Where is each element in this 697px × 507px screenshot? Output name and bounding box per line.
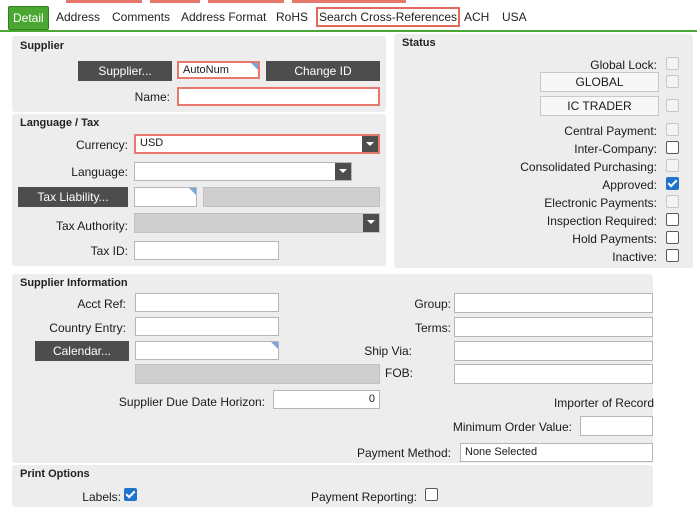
tab-address[interactable]: Address — [53, 8, 103, 26]
chevron-down-icon[interactable] — [363, 214, 379, 232]
electronic-payments-checkbox[interactable] — [666, 195, 679, 208]
central-payment-checkbox[interactable] — [666, 123, 679, 136]
name-field[interactable] — [177, 87, 380, 106]
hold-payments-checkbox[interactable] — [666, 231, 679, 244]
hold-payments-label: Hold Payments: — [572, 232, 657, 246]
language-label: Language: — [71, 165, 128, 179]
tab-comments[interactable]: Comments — [109, 8, 173, 26]
tax-liability-field[interactable] — [134, 187, 197, 207]
tax-id-field[interactable] — [134, 241, 279, 260]
payment-method-select[interactable]: None Selected — [460, 443, 653, 462]
country-entry-field[interactable] — [135, 317, 279, 336]
currency-label: Currency: — [75, 138, 128, 152]
electronic-payments-label: Electronic Payments: — [544, 196, 657, 210]
supplier-section-title: Supplier — [20, 40, 65, 52]
inter-company-label: Inter-Company: — [574, 142, 657, 156]
central-payment-label: Central Payment: — [564, 124, 657, 138]
language-tax-section-title: Language / Tax — [20, 117, 100, 129]
chevron-down-icon[interactable] — [362, 136, 378, 152]
global-lock-label: Global Lock: — [590, 58, 657, 72]
tax-liability-button[interactable]: Tax Liability... — [18, 187, 128, 207]
name-label: Name: — [134, 90, 170, 104]
calendar-button[interactable]: Calendar... — [35, 341, 129, 361]
importer-of-record-label: Importer of Record — [553, 396, 654, 410]
minimum-order-value-label: Minimum Order Value: — [452, 420, 572, 434]
tab-usa[interactable]: USA — [499, 8, 530, 26]
labels-label: Labels: — [82, 490, 121, 504]
currency-value: USD — [140, 137, 164, 149]
tab-search-cross-references[interactable]: Search Cross-References — [316, 7, 461, 27]
supplier-information-section-title: Supplier Information — [20, 277, 128, 289]
supplier-button[interactable]: Supplier... — [78, 61, 172, 81]
calendar-field[interactable] — [135, 341, 279, 360]
global-button[interactable]: GLOBAL — [540, 72, 659, 92]
tax-id-label: Tax ID: — [90, 244, 128, 258]
tab-address-format[interactable]: Address Format — [178, 8, 269, 26]
due-date-horizon-label: Supplier Due Date Horizon: — [118, 395, 265, 409]
tab-detail[interactable]: Detail — [8, 6, 49, 30]
terms-field[interactable] — [454, 317, 653, 337]
currency-select[interactable]: USD — [134, 134, 380, 154]
labels-checkbox[interactable] — [124, 488, 137, 501]
ic-trader-checkbox[interactable] — [666, 99, 679, 112]
change-id-button[interactable]: Change ID — [266, 61, 380, 81]
supplier-id-field[interactable]: AutoNum — [177, 61, 260, 79]
payment-reporting-checkbox[interactable] — [425, 488, 438, 501]
ic-trader-button[interactable]: IC TRADER — [540, 96, 659, 116]
top-mark — [208, 0, 284, 3]
print-options-section-title: Print Options — [20, 468, 90, 480]
field-corner-icon — [251, 63, 258, 70]
consolidated-purchasing-checkbox[interactable] — [666, 159, 679, 172]
global-lock-checkbox[interactable] — [666, 57, 679, 70]
inter-company-checkbox[interactable] — [666, 141, 679, 154]
calendar-description — [135, 364, 380, 384]
approved-label: Approved: — [602, 178, 657, 192]
ship-via-label: Ship Via: — [364, 344, 412, 358]
top-mark — [66, 0, 142, 3]
payment-method-label: Payment Method: — [356, 446, 451, 460]
due-date-horizon-field[interactable]: 0 — [273, 390, 380, 409]
tab-rohs[interactable]: RoHS — [273, 8, 311, 26]
minimum-order-value-field[interactable] — [580, 416, 653, 436]
inspection-required-label: Inspection Required: — [546, 214, 657, 228]
status-section-title: Status — [402, 37, 436, 49]
field-corner-icon — [189, 188, 196, 195]
ship-via-field[interactable] — [454, 341, 653, 361]
group-field[interactable] — [454, 293, 653, 313]
tax-liability-description — [203, 187, 380, 207]
fob-label: FOB: — [384, 366, 413, 380]
global-checkbox[interactable] — [666, 75, 679, 88]
tax-authority-label: Tax Authority: — [55, 219, 128, 233]
consolidated-purchasing-label: Consolidated Purchasing: — [520, 160, 657, 174]
country-entry-label: Country Entry: — [49, 321, 126, 335]
acct-ref-label: Acct Ref: — [77, 297, 126, 311]
supplier-id-value: AutoNum — [183, 64, 229, 76]
payment-reporting-label: Payment Reporting: — [310, 490, 417, 504]
group-label: Group: — [414, 297, 451, 311]
tax-authority-select[interactable] — [134, 213, 380, 233]
top-mark — [292, 0, 406, 3]
language-select[interactable] — [134, 162, 352, 181]
inactive-checkbox[interactable] — [666, 249, 679, 262]
acct-ref-field[interactable] — [135, 293, 279, 312]
inactive-label: Inactive: — [612, 250, 657, 264]
tab-ach[interactable]: ACH — [461, 8, 492, 26]
approved-checkbox[interactable] — [666, 177, 679, 190]
terms-label: Terms: — [415, 321, 451, 335]
chevron-down-icon[interactable] — [335, 163, 351, 180]
inspection-required-checkbox[interactable] — [666, 213, 679, 226]
top-mark — [150, 0, 200, 3]
field-corner-icon — [271, 342, 278, 349]
fob-field[interactable] — [454, 364, 653, 384]
